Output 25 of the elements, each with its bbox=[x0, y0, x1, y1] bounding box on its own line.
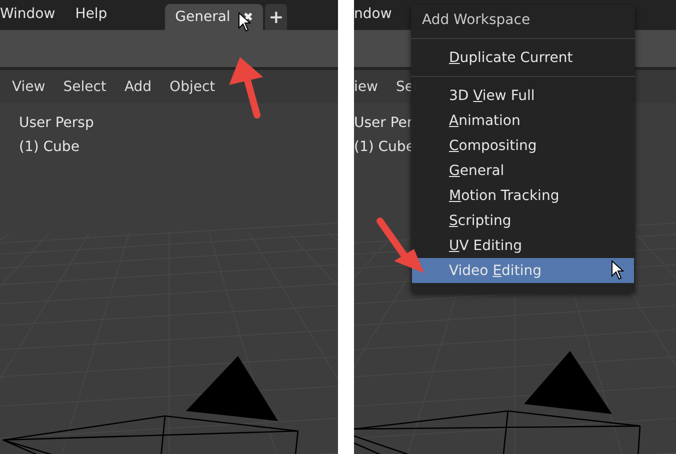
viewport-label: User Per bbox=[354, 115, 413, 131]
menu-item[interactable]: UV Editing bbox=[412, 233, 634, 258]
menu-item[interactable]: ndow bbox=[354, 6, 400, 30]
header-menu-item[interactable]: View bbox=[12, 78, 46, 94]
menu-item[interactable]: Help bbox=[75, 6, 116, 30]
header-menu-item[interactable]: iew bbox=[354, 78, 378, 94]
viewport-label: (1) Cube bbox=[19, 139, 80, 155]
menu-item[interactable]: General bbox=[412, 158, 634, 183]
menu-title: Add Workspace bbox=[421, 11, 532, 30]
menu-item[interactable]: Window bbox=[0, 6, 64, 30]
viewport-label: (1) Cube bbox=[354, 139, 414, 155]
menu-item[interactable]: Duplicate Current bbox=[412, 45, 634, 70]
header-menu-item[interactable]: Add bbox=[124, 78, 152, 94]
tab-label: General bbox=[175, 9, 230, 25]
menu-item[interactable]: Scripting bbox=[412, 208, 634, 233]
viewport-label: User Persp bbox=[19, 115, 94, 131]
header-menu-item[interactable]: Object bbox=[170, 78, 216, 94]
cursor-icon bbox=[611, 260, 625, 280]
add-workspace-button[interactable]: + bbox=[265, 4, 288, 30]
cursor-icon bbox=[238, 12, 252, 32]
header-menu-item[interactable]: Select bbox=[63, 78, 106, 94]
menu-item[interactable]: Motion Tracking bbox=[412, 183, 634, 208]
menu-item[interactable]: Compositing bbox=[412, 133, 634, 158]
menu-item[interactable]: Video Editing bbox=[412, 258, 634, 283]
menu-item[interactable]: Animation bbox=[412, 108, 634, 133]
